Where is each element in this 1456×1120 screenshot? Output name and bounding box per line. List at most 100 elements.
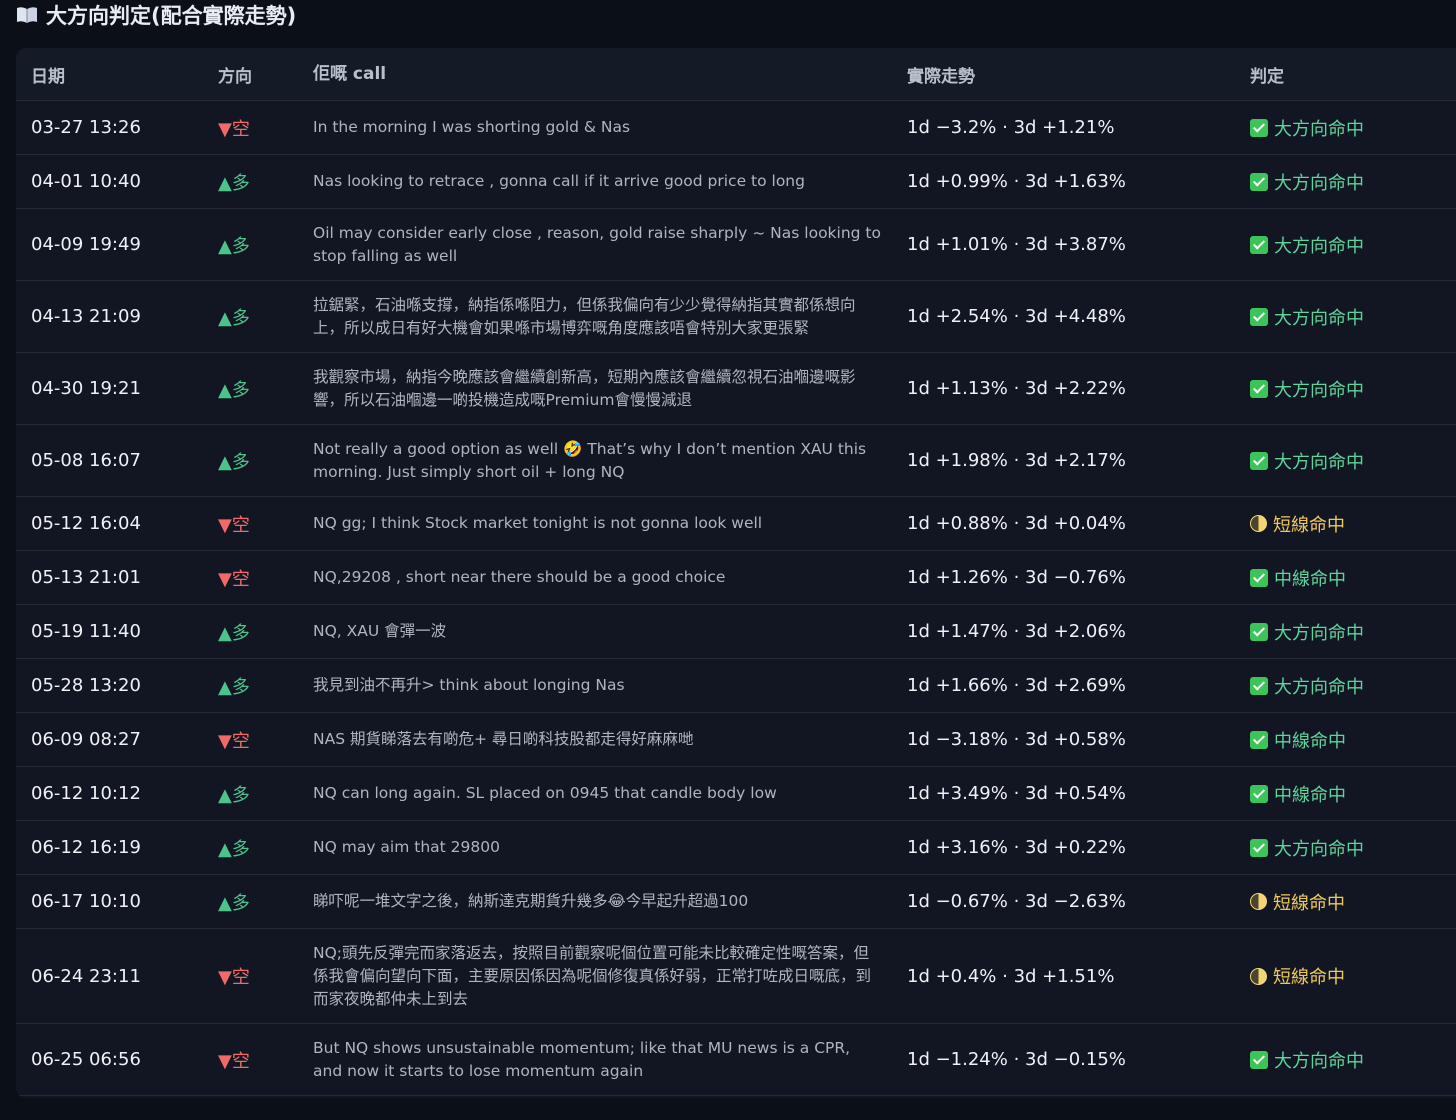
row-date: 05-19 11:40 <box>31 621 141 642</box>
row-verdict: 短線命中 <box>1250 963 1450 989</box>
row-date: 05-12 16:04 <box>31 513 141 534</box>
row-direction: ▲多 <box>218 235 250 257</box>
verdict-table: 日期 方向 佢嘅 call 實際走勢 判定 03-27 13:26 ▼空 In th… <box>16 48 1456 1098</box>
row-movement: 1d −3.2% · 3d +1.21% <box>907 117 1115 138</box>
row-date: 04-01 10:40 <box>31 171 141 192</box>
row-date: 05-08 16:07 <box>31 450 141 471</box>
row-direction: ▼空 <box>218 1050 250 1072</box>
check-mark-icon <box>1250 172 1268 191</box>
row-verdict: 大方向命中 <box>1250 304 1450 330</box>
row-date: 06-17 10:10 <box>31 891 141 912</box>
check-mark-icon <box>1250 1050 1268 1069</box>
table-row: 06-12 10:12 ▲多 NQ can long again. SL place… <box>16 767 1456 821</box>
table-row: 06-12 16:19 ▲多 NQ may aim that 29800 1d +3.… <box>16 821 1456 875</box>
row-call: NAS 期貨睇落去有啲危+ 尋日啲科技股都走得好麻麻哋 <box>313 730 694 748</box>
row-movement: 1d +1.98% · 3d +2.17% <box>907 450 1126 471</box>
row-movement: 1d +3.16% · 3d +0.22% <box>907 837 1126 858</box>
row-call: NQ can long again. SL placed on 0945 tha… <box>313 784 777 802</box>
row-movement: 1d −3.18% · 3d +0.58% <box>907 729 1126 750</box>
row-verdict-text: 大方向命中 <box>1274 622 1364 644</box>
row-call: NQ,29208 , short near there should be a … <box>313 568 726 586</box>
row-verdict-text: 中線命中 <box>1274 568 1346 590</box>
row-call: 我觀察市場，納指今晚應該會繼續創新高，短期內應該會繼續忽視石油嗰邊嘅影響，所以石… <box>313 367 856 409</box>
row-call: Oil may consider early close , reason, g… <box>313 223 881 265</box>
header-verdict: 判定 <box>1250 66 1284 87</box>
table-row: 06-17 10:10 ▲多 睇吓呢一堆文字之後，納斯達克期貨升幾多😂今早起升超過1… <box>16 875 1456 929</box>
row-call: NQ gg; I think Stock market tonight is n… <box>313 514 763 532</box>
table-row: 05-28 13:20 ▲多 我見到油不再升> think about longin… <box>16 659 1456 713</box>
row-call: NQ may aim that 29800 <box>313 838 500 856</box>
row-call: 拉鋸緊，石油喺支撐，納指係喺阻力，但係我偏向有少少覺得納指其實都係想向上，所以成… <box>313 295 856 337</box>
row-verdict-text: 短線命中 <box>1273 967 1345 988</box>
row-verdict: 大方向命中 <box>1250 376 1450 402</box>
row-verdict: 中線命中 <box>1250 781 1450 807</box>
row-direction: ▲多 <box>218 676 250 698</box>
row-movement: 1d +1.26% · 3d −0.76% <box>907 567 1126 588</box>
row-call: In the morning I was shorting gold & Nas <box>313 118 631 136</box>
half-moon-icon <box>1250 515 1267 532</box>
row-direction: ▲多 <box>218 838 250 860</box>
row-date: 04-09 19:49 <box>31 234 141 255</box>
check-mark-icon <box>1250 307 1268 326</box>
table-row: 06-25 06:56 ▼空 But NQ shows unsustainable … <box>16 1024 1456 1096</box>
row-movement: 1d +0.88% · 3d +0.04% <box>907 513 1126 534</box>
row-movement: 1d +1.66% · 3d +2.69% <box>907 675 1126 696</box>
row-direction: ▲多 <box>218 892 250 914</box>
header-call: 佢嘅 call <box>313 63 387 84</box>
row-verdict-text: 大方向命中 <box>1274 676 1364 698</box>
row-verdict-text: 大方向命中 <box>1274 1050 1364 1072</box>
row-date: 06-09 08:27 <box>31 729 141 750</box>
table-row: 04-09 19:49 ▲多 Oil may consider early clos… <box>16 209 1456 281</box>
open-book-icon <box>17 7 37 23</box>
row-date: 03-27 13:26 <box>31 117 141 138</box>
row-movement: 1d −0.67% · 3d −2.63% <box>907 891 1126 912</box>
check-mark-icon <box>1250 730 1268 749</box>
row-verdict: 中線命中 <box>1250 565 1450 591</box>
table-row: 06-24 23:11 ▼空 NQ;頭先反彈完而家落返去，按照目前觀察呢個位置可能未… <box>16 929 1456 1024</box>
row-direction: ▼空 <box>218 730 250 752</box>
row-call: Not really a good option as well 🤣 That’… <box>313 439 867 481</box>
table-row: 05-08 16:07 ▲多 Not really a good option as… <box>16 425 1456 497</box>
row-verdict: 大方向命中 <box>1250 115 1450 141</box>
row-movement: 1d −1.24% · 3d −0.15% <box>907 1049 1126 1070</box>
row-direction: ▲多 <box>218 172 250 194</box>
row-verdict-text: 大方向命中 <box>1274 118 1364 140</box>
table-row: 04-13 21:09 ▲多 拉鋸緊，石油喺支撐，納指係喺阻力，但係我偏向有少少覺得… <box>16 281 1456 353</box>
row-date: 06-24 23:11 <box>31 965 141 987</box>
row-verdict-text: 中線命中 <box>1274 730 1346 752</box>
row-verdict-text: 大方向命中 <box>1274 307 1364 329</box>
check-mark-icon <box>1250 784 1268 803</box>
table-row: 04-30 19:21 ▲多 我觀察市場，納指今晚應該會繼續創新高，短期內應該會繼續… <box>16 353 1456 425</box>
row-movement: 1d +2.54% · 3d +4.48% <box>907 306 1126 327</box>
table-body: 03-27 13:26 ▼空 In the morning I was shorti… <box>16 101 1456 1096</box>
check-mark-icon <box>1250 838 1268 857</box>
row-verdict-text: 短線命中 <box>1273 892 1345 914</box>
row-verdict: 大方向命中 <box>1250 619 1450 645</box>
row-direction: ▼空 <box>218 967 250 988</box>
row-date: 05-13 21:01 <box>31 567 141 588</box>
section-title: 大方向判定(配合實際走勢) <box>16 0 296 30</box>
row-call: 睇吓呢一堆文字之後，納斯達克期貨升幾多😂今早起升超過100 <box>313 892 749 910</box>
row-date: 06-25 06:56 <box>31 1049 141 1070</box>
row-verdict: 大方向命中 <box>1250 169 1450 195</box>
row-direction: ▲多 <box>218 622 250 644</box>
table-row: 03-27 13:26 ▼空 In the morning I was shorti… <box>16 101 1456 155</box>
row-verdict: 短線命中 <box>1250 511 1450 537</box>
row-direction: ▼空 <box>218 118 250 140</box>
row-date: 05-28 13:20 <box>31 675 141 696</box>
row-call: Nas looking to retrace , gonna call if i… <box>313 172 805 190</box>
row-date: 04-30 19:21 <box>31 378 141 399</box>
row-movement: 1d +1.47% · 3d +2.06% <box>907 621 1126 642</box>
row-direction: ▲多 <box>218 379 250 401</box>
row-direction: ▲多 <box>218 307 250 329</box>
section-title-text: 大方向判定(配合實際走勢) <box>46 4 297 28</box>
table-row: 05-19 11:40 ▲多 NQ, XAU 會彈一波 1d +1.47% · 3d … <box>16 605 1456 659</box>
check-mark-icon <box>1250 118 1268 137</box>
row-verdict-text: 大方向命中 <box>1274 172 1364 194</box>
check-mark-icon <box>1250 676 1268 695</box>
row-direction: ▼空 <box>218 568 250 590</box>
row-call: But NQ shows unsustainable momentum; lik… <box>313 1038 851 1080</box>
table-header: 日期 方向 佢嘅 call 實際走勢 判定 <box>16 48 1456 101</box>
check-mark-icon <box>1250 622 1268 641</box>
table-row: 06-09 08:27 ▼空 NAS 期貨睇落去有啲危+ 尋日啲科技股都走得好麻麻哋… <box>16 713 1456 767</box>
